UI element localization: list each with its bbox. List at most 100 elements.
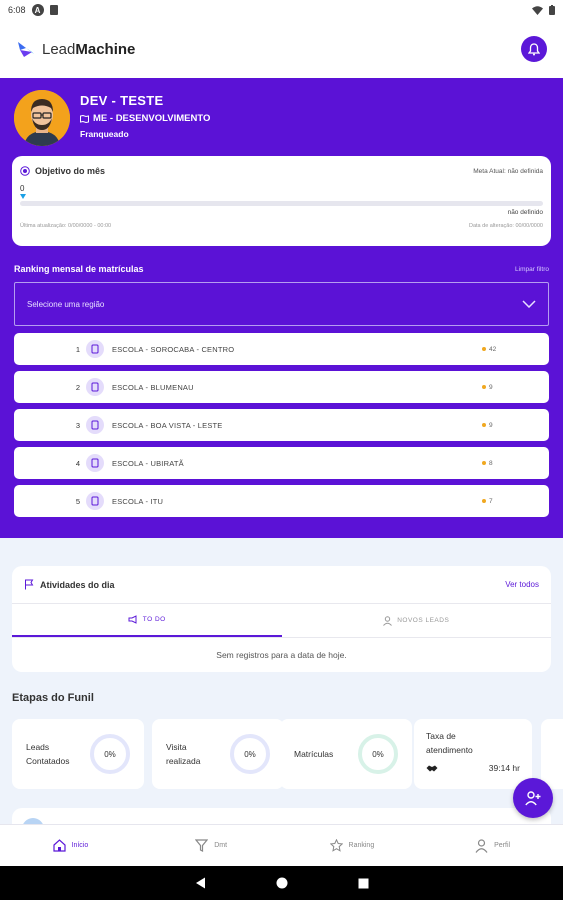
ranking-row[interactable]: 5 ESCOLA - ITU 7 <box>14 485 549 517</box>
system-navigation <box>0 866 563 900</box>
leadmachine-logo: LeadMachine <box>16 40 135 58</box>
region-select-placeholder: Selecione uma região <box>27 299 105 309</box>
goal-current-value: 0 <box>20 184 25 193</box>
funnel-stage-label: Contatados <box>26 756 70 766</box>
profile-unit: ME - DESENVOLVIMENTO <box>93 113 211 124</box>
ranking-row[interactable]: 2 ESCOLA - BLUMENAU 9 <box>14 371 549 403</box>
service-rate-value: 39:14 hr <box>488 763 520 773</box>
ranking-school-name: ESCOLA - BOA VISTA - LESTE <box>112 420 223 430</box>
score-dot-icon <box>482 461 486 465</box>
ranking-position: 2 <box>75 382 80 392</box>
nav-profile-label: Perfil <box>494 842 511 849</box>
home-circle-icon[interactable] <box>276 877 288 889</box>
ranking-position: 5 <box>75 496 80 506</box>
avatar <box>14 90 70 146</box>
funnel-stage-ring: 0% <box>358 734 398 774</box>
tab-todo[interactable]: TO DO <box>12 604 282 637</box>
region-select[interactable]: Selecione uma região <box>14 282 549 326</box>
star-icon <box>329 839 343 852</box>
battery-icon <box>549 5 555 15</box>
status-bar: 6:08 A <box>0 0 563 20</box>
flag-icon <box>25 579 34 590</box>
score-dot-icon <box>482 423 486 427</box>
logo-mark-icon <box>18 42 34 57</box>
funnel-stage-label: Matrículas <box>294 749 334 759</box>
recents-icon[interactable] <box>358 878 369 889</box>
goal-title: Objetivo do mês <box>35 166 106 176</box>
logo-text-light: Lead <box>42 40 76 58</box>
filter-icon <box>195 839 209 852</box>
funnel-stage-ring: 0% <box>230 734 270 774</box>
score-dot-icon <box>482 385 486 389</box>
goal-last-update: Última atualização: 0/00/0000 - 00:00 <box>20 223 112 229</box>
funnel-stage-card[interactable]: Leads Contatados 0% <box>12 719 144 789</box>
funnel-stage-label: realizada <box>166 756 201 766</box>
profile-icon <box>475 838 488 853</box>
clear-filter-link[interactable]: Limpar filtro <box>515 266 549 273</box>
ranking-position: 3 <box>75 420 80 430</box>
ranking-position: 1 <box>75 344 80 354</box>
profile-summary: DEV - TESTE ME - DESENVOLVIMENTO Franque… <box>14 90 210 146</box>
funnel-stage-value: 0% <box>372 749 384 759</box>
service-rate-card[interactable]: Taxa de atendimento 39:14 hr <box>414 719 532 789</box>
funnel-stage-card[interactable]: Matrículas 0% <box>280 719 412 789</box>
activities-title: Atividades do dia <box>40 579 115 590</box>
funnel-stage-value: 0% <box>104 749 116 759</box>
app-header: LeadMachine <box>0 20 563 78</box>
service-rate-label: atendimento <box>426 745 473 755</box>
nav-dmt-label: Dmt <box>214 842 228 849</box>
funnel-stage-label: Leads <box>26 742 50 752</box>
bell-icon <box>528 42 540 55</box>
nav-home-label: Início <box>71 842 89 849</box>
score-dot-icon <box>482 347 486 351</box>
see-all-link[interactable]: Ver todos <box>505 580 539 589</box>
back-icon[interactable] <box>195 877 206 889</box>
nav-ranking[interactable]: Ranking <box>282 825 423 866</box>
megaphone-icon <box>128 615 137 624</box>
ranking-row[interactable]: 3 ESCOLA - BOA VISTA - LESTE 9 <box>14 409 549 441</box>
ranking-row[interactable]: 1 ESCOLA - SOROCABA - CENTRO 42 <box>14 333 549 365</box>
notification-a-icon: A <box>31 4 44 16</box>
tab-new-leads[interactable]: NOVOS LEADS <box>282 604 552 637</box>
nav-dmt[interactable]: Dmt <box>141 825 282 866</box>
nav-home[interactable]: Início <box>0 825 141 866</box>
funnel-stage-ring: 0% <box>90 734 130 774</box>
notifications-button[interactable] <box>521 36 547 62</box>
nav-profile[interactable]: Perfil <box>422 825 563 866</box>
ranking-title: Ranking mensal de matrículas <box>14 264 144 274</box>
funnel-title: Etapas do Funil <box>12 692 94 704</box>
chevron-down-icon <box>522 300 536 308</box>
goal-progress-marker <box>20 194 26 199</box>
goal-meta-label: Meta Atual: não definida <box>473 167 543 175</box>
school-icon <box>86 416 104 434</box>
funnel-stage-label: Visita <box>166 742 187 752</box>
ranking-score: 7 <box>489 497 493 505</box>
school-icon <box>86 454 104 472</box>
ranking-score: 9 <box>489 383 493 391</box>
funnel-stage-card[interactable]: Visita realizada 0% <box>152 719 284 789</box>
activities-tabs: TO DO NOVOS LEADS <box>12 604 551 638</box>
target-icon <box>20 166 30 176</box>
activities-empty-message: Sem registros para a data de hoje. <box>216 650 347 660</box>
ranking-row[interactable]: 4 ESCOLA - UBIRATÃ 8 <box>14 447 549 479</box>
add-lead-button[interactable] <box>513 778 553 818</box>
sd-card-icon <box>49 5 58 15</box>
school-icon <box>86 492 104 510</box>
bottom-navigation: Início Dmt Ranking Perfil <box>0 824 563 866</box>
nav-ranking-label: Ranking <box>348 842 375 849</box>
goal-progress-bar <box>20 201 543 206</box>
ranking-school-name: ESCOLA - SOROCABA - CENTRO <box>112 344 235 354</box>
handshake-icon <box>426 765 438 771</box>
status-time: 6:08 <box>8 5 26 15</box>
goal-updated-at: Data de alteração: 00/00/0000 <box>468 223 543 229</box>
daily-activities-card: Atividades do dia Ver todos TO DO NOVOS … <box>12 566 551 672</box>
ranking-school-name: ESCOLA - UBIRATÃ <box>112 458 184 468</box>
ranking-score: 42 <box>489 345 497 353</box>
user-icon <box>383 615 393 626</box>
ranking-school-name: ESCOLA - ITU <box>112 496 164 506</box>
service-rate-label: Taxa de <box>426 731 456 741</box>
profile-role: Franqueado <box>80 129 129 139</box>
ranking-score: 8 <box>489 459 493 467</box>
monthly-goal-card: Objetivo do mês Meta Atual: não definida… <box>12 156 551 246</box>
funnel-stage-card-partial[interactable] <box>541 719 563 789</box>
